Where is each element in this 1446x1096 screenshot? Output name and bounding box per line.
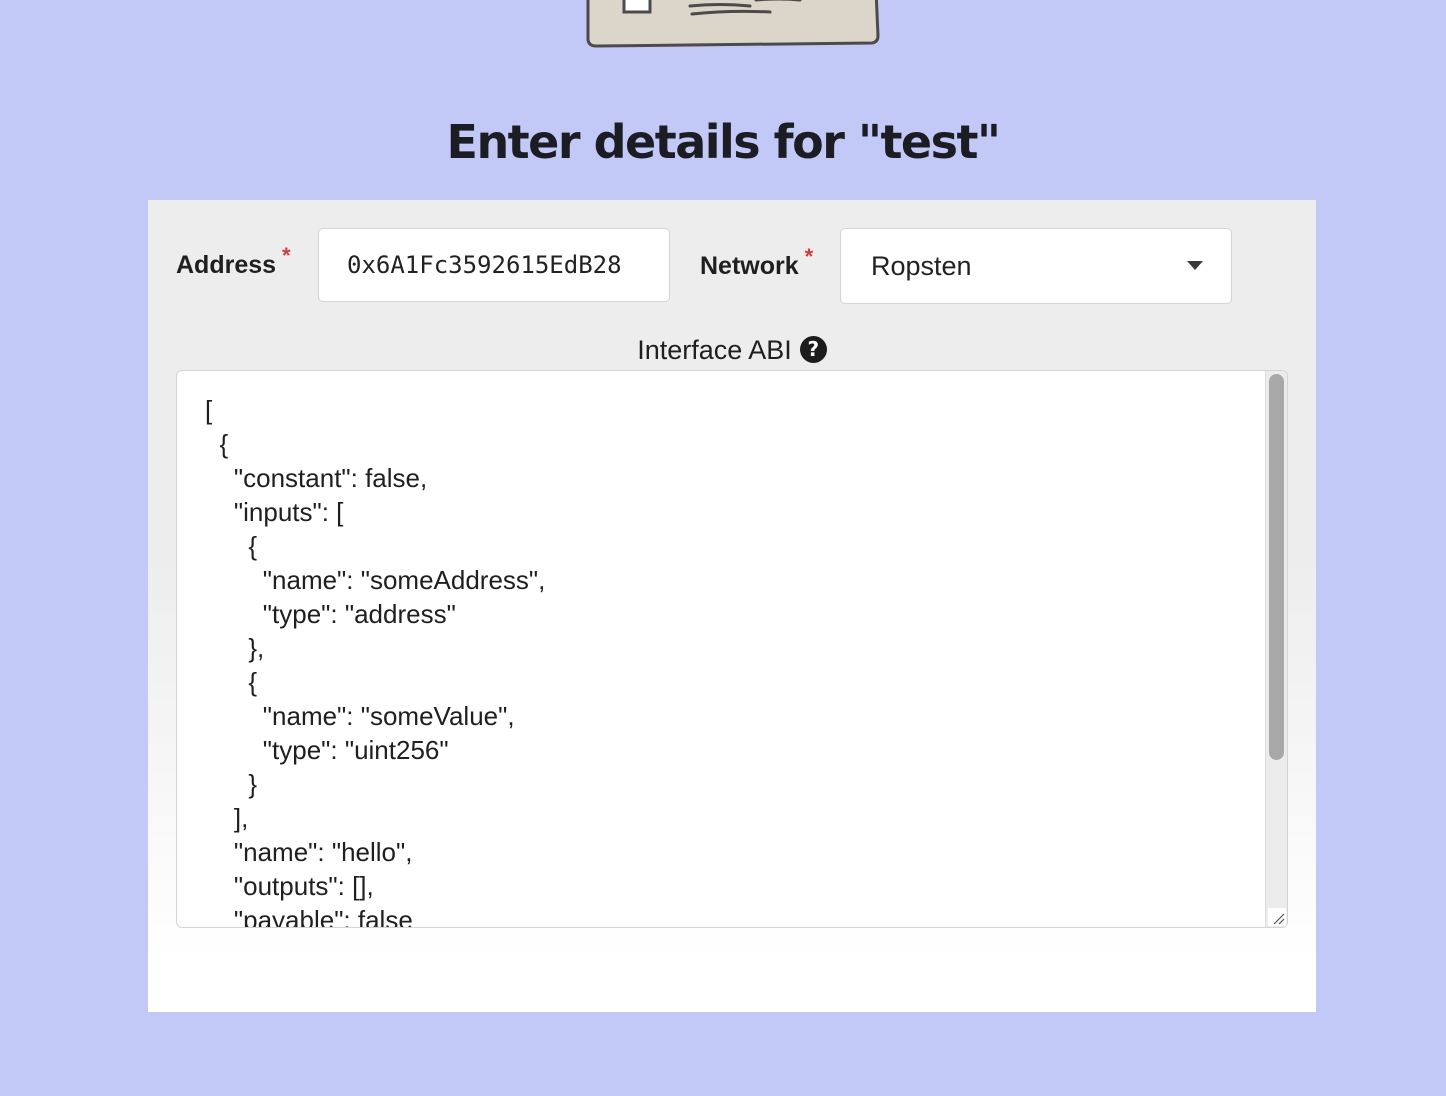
network-required-mark: * [804,244,814,269]
details-form-card: Address* Network* Ropsten Interface ABI?… [148,200,1316,1012]
abi-scrollbar-thumb[interactable] [1269,374,1284,760]
abi-label: Interface ABI [637,335,792,365]
network-select-value: Ropsten [871,251,972,281]
question-circle-icon[interactable]: ? [799,336,827,364]
abi-textarea[interactable]: [ { "constant": false, "inputs": [ { "na… [176,370,1288,928]
abi-code: [ { "constant": false, "inputs": [ { "na… [205,395,546,928]
abi-scrollbar[interactable] [1265,371,1287,927]
abi-label-row: Interface ABI? [148,335,1316,365]
caret-down-icon [1187,261,1203,270]
address-required-mark: * [282,243,291,268]
network-label: Network * [700,244,813,282]
network-select[interactable]: Ropsten [840,228,1232,304]
resize-handle-icon[interactable] [1268,908,1286,926]
address-label: Address * [176,243,291,281]
network-label-text: Network [700,252,799,280]
contract-card-illustration [586,0,880,48]
page-title: Enter details for "test" [446,115,1001,169]
address-input[interactable] [318,228,670,302]
address-label-text: Address [176,251,277,279]
